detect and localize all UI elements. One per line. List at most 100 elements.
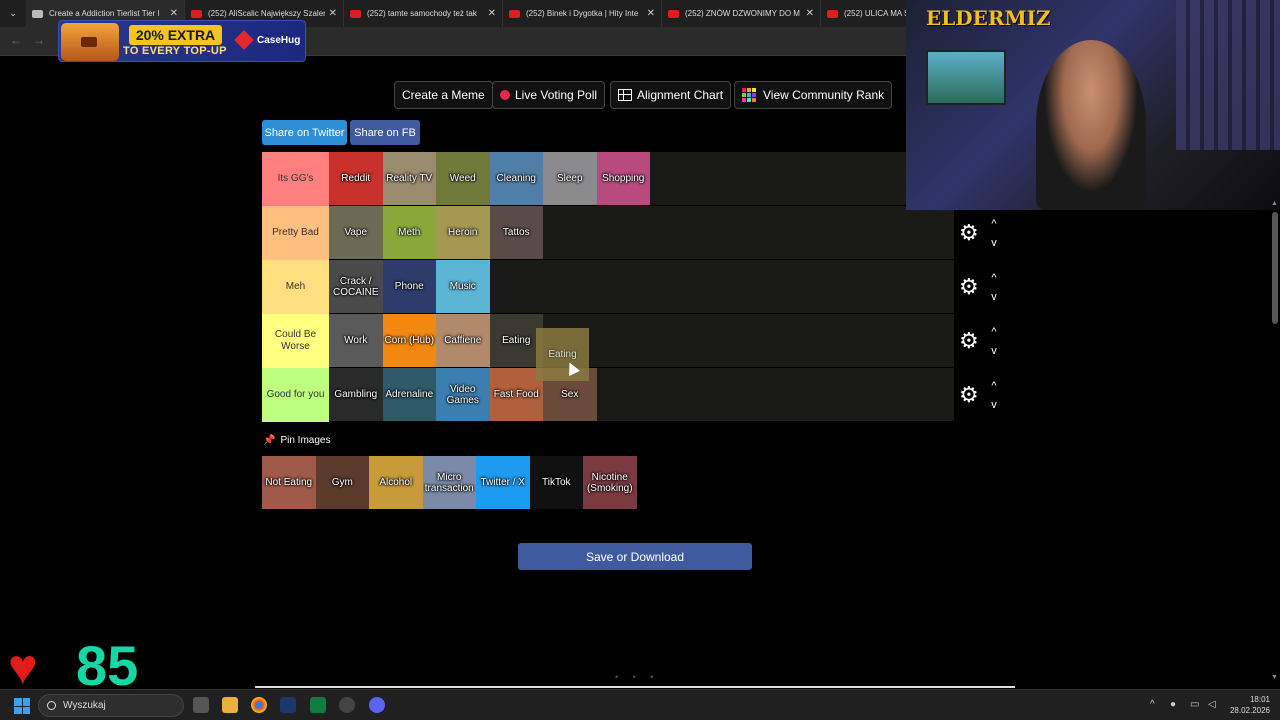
tier-item[interactable]: Tattos <box>489 206 543 259</box>
tier-item[interactable]: Work <box>329 314 383 367</box>
back-icon[interactable]: ← <box>10 33 22 47</box>
tier-label[interactable]: Good for you <box>262 368 329 422</box>
tier-controls: ⚙ ^ v <box>954 206 1008 260</box>
chevron-down-icon[interactable]: v <box>987 400 1001 411</box>
chevron-up-icon[interactable]: ^ <box>987 273 1001 284</box>
youtube-icon <box>827 9 838 18</box>
tier-item[interactable]: Phone <box>382 260 436 313</box>
chevron-up-icon[interactable]: ^ <box>987 327 1001 338</box>
gear-icon[interactable]: ⚙ <box>959 222 979 244</box>
network-icon[interactable]: ▭ <box>1190 699 1199 710</box>
tier-label[interactable]: Could Be Worse <box>262 314 329 368</box>
pin-item[interactable]: TikTok <box>529 456 583 509</box>
tier-label[interactable]: Its GG's <box>262 152 329 206</box>
chevron-down-icon[interactable]: v <box>987 346 1001 357</box>
tier-item[interactable]: Corn (Hub) <box>382 314 436 367</box>
tab-youtube-3[interactable]: (252) Binek i Dygotka | Hity Inte ✕ <box>503 0 662 27</box>
chevron-up-icon[interactable]: ^ <box>987 219 1001 230</box>
forward-icon[interactable]: → <box>33 33 45 47</box>
vertical-scrollbar[interactable] <box>1272 212 1278 324</box>
tier-item[interactable]: Crack / COCAINE <box>329 260 383 313</box>
tier-item[interactable]: Weed <box>436 152 490 205</box>
gear-icon[interactable]: ⚙ <box>959 330 979 352</box>
taskbar-search[interactable]: Wyszukaj <box>38 694 184 717</box>
horizontal-scrollbar[interactable] <box>255 686 1015 688</box>
tier-items: Reddit Reality TV Weed Cleaning Sleep Shoppin… <box>329 152 650 206</box>
tier-item[interactable]: Reality TV <box>382 152 436 205</box>
live-voting-poll-button[interactable]: Live Voting Poll <box>492 81 606 109</box>
tier-item[interactable]: Sleep <box>543 152 597 205</box>
pin-item[interactable]: Nicotine (Smoking) <box>583 456 637 509</box>
tier-item[interactable]: Meth <box>382 206 436 259</box>
tier-item[interactable]: Vape <box>329 206 383 259</box>
chevron-down-icon[interactable]: v <box>987 292 1001 303</box>
tier-items: Work Corn (Hub) Caffiene Eating <box>329 314 543 368</box>
app-icon[interactable] <box>339 697 355 713</box>
tier-item[interactable]: Fast Food <box>489 368 543 421</box>
gear-icon[interactable]: ⚙ <box>959 384 979 406</box>
tab-close-icon[interactable]: ✕ <box>647 8 655 19</box>
tier-item[interactable]: Caffiene <box>436 314 490 367</box>
discord-icon[interactable] <box>369 697 385 713</box>
chrome-icon[interactable] <box>251 697 267 713</box>
clock-time: 18:01 <box>1249 695 1270 704</box>
pin-item[interactable]: Gym <box>315 456 369 509</box>
tab-favicon <box>32 9 43 18</box>
tier-items: Vape Meth Heroin Tattos <box>329 206 543 260</box>
heart-icon: ♥ <box>8 639 38 695</box>
microphone-icon[interactable]: ● <box>1170 699 1176 710</box>
task-view-icon[interactable] <box>193 697 209 713</box>
tab-youtube-2[interactable]: (252) tamte samochody też tak ✕ <box>344 0 503 27</box>
save-download-button[interactable]: Save or Download <box>518 543 752 570</box>
steam-icon[interactable] <box>280 697 296 713</box>
share-fb-button[interactable]: Share on FB <box>350 120 420 145</box>
tier-label[interactable]: Pretty Bad <box>262 206 329 260</box>
create-meme-button[interactable]: Create a Meme <box>394 81 493 109</box>
share-twitter-button[interactable]: Share on Twitter <box>262 120 347 145</box>
tier-item[interactable]: Eating <box>489 314 543 367</box>
tab-search-icon[interactable]: ⌄ <box>0 0 26 27</box>
file-explorer-icon[interactable] <box>222 697 238 713</box>
tier-row: Its GG's Reddit Reality TV Weed Cleaning Sle… <box>262 152 1008 206</box>
tab-title: (252) tamte samochody też tak <box>367 9 477 18</box>
pin-icon: 📌 <box>263 435 276 446</box>
shelf-image <box>1176 0 1280 150</box>
tier-item[interactable]: Music <box>436 260 490 313</box>
tab-close-icon[interactable]: ✕ <box>806 8 814 19</box>
tab-title: (252) Binek i Dygotka | Hity Inte <box>526 9 639 18</box>
grid-icon <box>618 89 632 101</box>
windows-start-icon[interactable] <box>14 698 30 714</box>
tier-item[interactable]: Shopping <box>596 152 650 205</box>
pin-item[interactable]: Micro transaction <box>422 456 476 509</box>
alignment-chart-label: Alignment Chart <box>637 88 724 102</box>
dragging-tile[interactable]: Eating <box>536 328 589 381</box>
pin-item[interactable]: Not Eating <box>262 456 316 509</box>
tier-item[interactable]: Reddit <box>329 152 383 205</box>
system-clock[interactable]: 18:01 28.02.2026 <box>1226 694 1270 716</box>
volume-icon[interactable]: ◁ <box>1208 699 1216 710</box>
tier-item[interactable]: Video Games <box>436 368 490 421</box>
alignment-chart-button[interactable]: Alignment Chart <box>610 81 732 109</box>
tier-label[interactable]: Meh <box>262 260 329 314</box>
tier-row: Good for you Gambling Adrenaline Video Gam… <box>262 368 1008 422</box>
ad-banner[interactable]: 20% EXTRA TO EVERY TOP-UP CaseHug <box>58 20 306 62</box>
pin-items: Not Eating Gym Alcohol Micro transaction Twi… <box>262 456 637 509</box>
tier-item[interactable]: Cleaning <box>489 152 543 205</box>
community-rank-button[interactable]: View Community Rank <box>734 81 893 109</box>
gear-icon[interactable]: ⚙ <box>959 276 979 298</box>
excel-icon[interactable] <box>310 697 326 713</box>
chevron-up-icon[interactable]: ^ <box>987 381 1001 392</box>
chevron-down-icon[interactable]: v <box>987 238 1001 249</box>
scroll-down-icon[interactable]: ▼ <box>1271 674 1278 681</box>
scroll-up-icon[interactable]: ▲ <box>1271 200 1278 207</box>
tray-chevron-icon[interactable]: ^ <box>1150 699 1155 710</box>
tier-item[interactable]: Gambling <box>329 368 383 421</box>
tier-item[interactable]: Adrenaline <box>382 368 436 421</box>
tier-item[interactable]: Heroin <box>436 206 490 259</box>
tab-close-icon[interactable]: ✕ <box>170 8 178 19</box>
tab-youtube-4[interactable]: (252) ZNÓW DZWONIMY DO M ✕ <box>662 0 821 27</box>
pin-item[interactable]: Twitter / X <box>476 456 530 509</box>
tab-close-icon[interactable]: ✕ <box>488 8 496 19</box>
pin-item[interactable]: Alcohol <box>369 456 423 509</box>
tab-close-icon[interactable]: ✕ <box>329 8 337 19</box>
